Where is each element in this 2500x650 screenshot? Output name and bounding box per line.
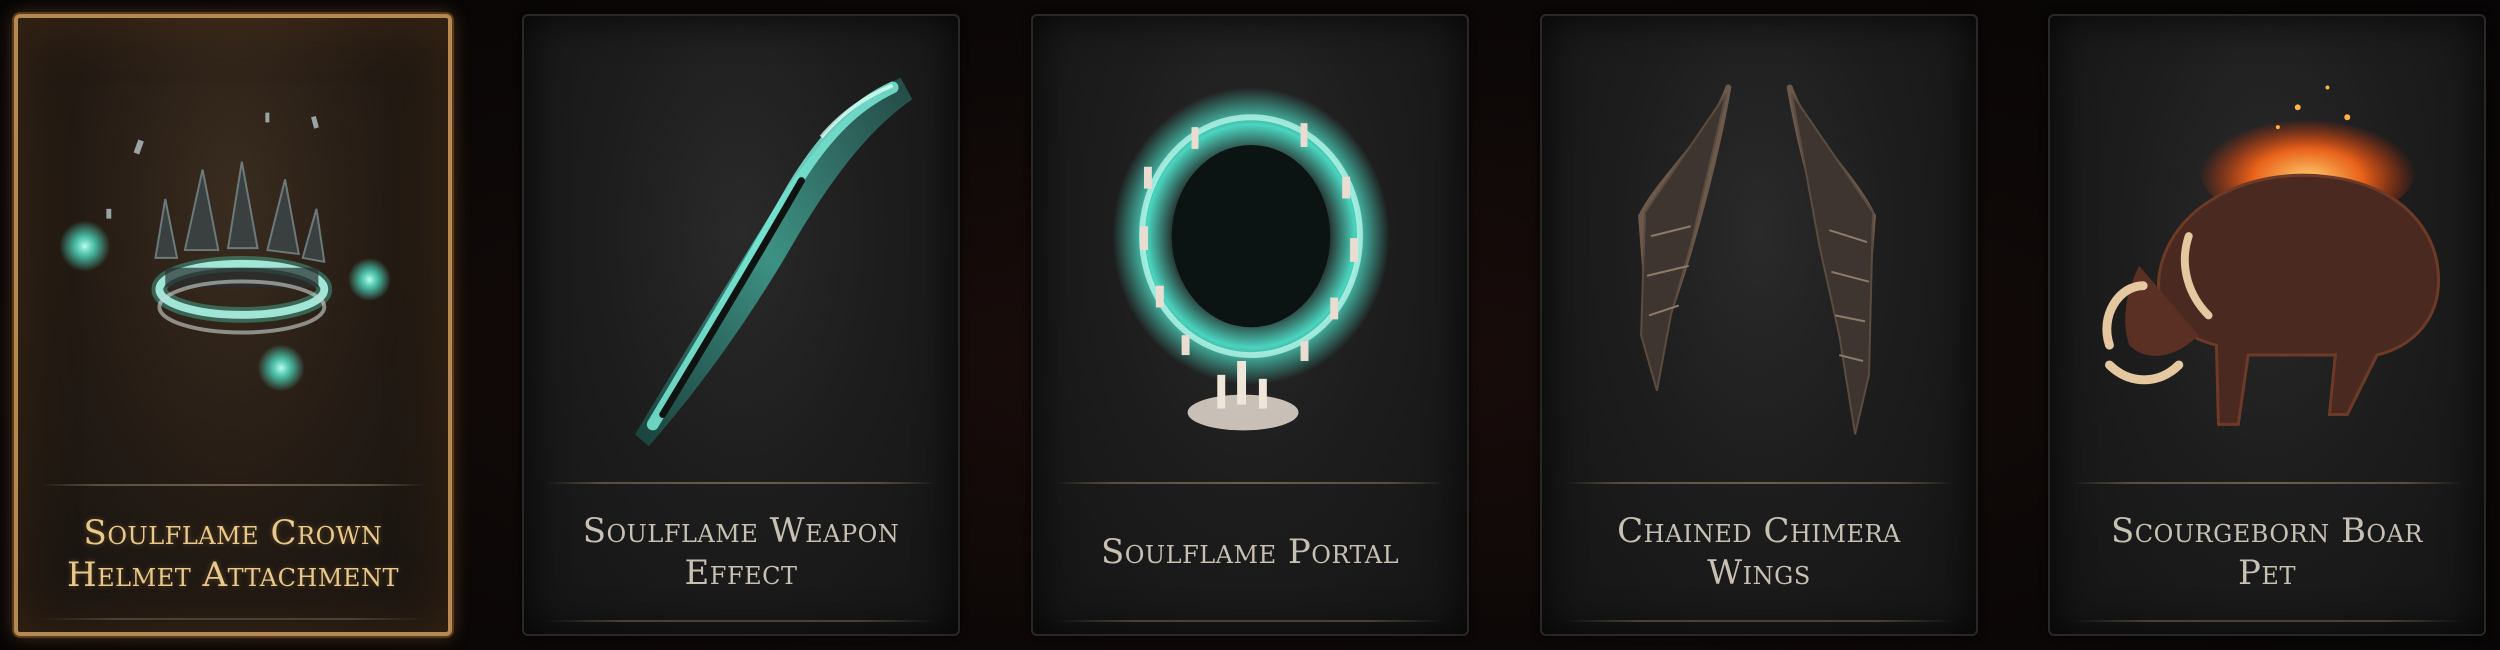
card-title-line-2: Pet xyxy=(2238,553,2296,593)
reward-card-soulflame-weapon-effect[interactable]: Soulflame Weapon Effect xyxy=(522,14,960,636)
card-divider xyxy=(1055,482,1445,484)
card-bottom-rule xyxy=(1055,620,1445,622)
card-title: Chained Chimera Wings xyxy=(1542,486,1976,618)
card-title-line-1: Chained Chimera xyxy=(1617,511,1901,551)
card-bottom-rule xyxy=(2072,620,2462,622)
reward-card-soulflame-portal[interactable]: Soulflame Portal xyxy=(1031,14,1469,636)
card-title-line-1: Soulflame Crown xyxy=(83,513,383,553)
card-divider xyxy=(1564,482,1954,484)
scourgeborn-boar-pet-icon xyxy=(2102,85,2440,426)
reward-card-scourgeborn-boar-pet[interactable]: Scourgeborn Boar Pet xyxy=(2048,14,2486,636)
card-bottom-rule xyxy=(40,618,426,620)
card-bottom-rule xyxy=(546,620,936,622)
card-title: Soulflame Crown Helmet Attachment xyxy=(18,488,448,620)
card-title: Soulflame Weapon Effect xyxy=(524,486,958,618)
card-bottom-rule xyxy=(1564,620,1954,622)
soulflame-weapon-effect-icon xyxy=(634,77,913,447)
card-divider xyxy=(40,484,426,486)
card-divider xyxy=(546,482,936,484)
card-title: Soulflame Portal xyxy=(1033,486,1467,618)
card-title-line-2: Wings xyxy=(1707,553,1811,593)
chained-chimera-wings-icon xyxy=(1638,84,1876,435)
soulflame-portal-icon xyxy=(1112,87,1390,431)
card-divider xyxy=(2072,482,2462,484)
card-title-line-2: Effect xyxy=(684,553,798,593)
card-title-line-2: Helmet Attachment xyxy=(67,555,399,595)
card-title-line-1: Soulflame Weapon xyxy=(582,511,900,551)
card-title-line-1: Soulflame Portal xyxy=(1100,532,1400,572)
soulflame-crown-icon xyxy=(59,112,392,392)
cosmetic-reward-row: Soulflame Crown Helmet Attachment Soulfl… xyxy=(0,0,2500,650)
reward-card-soulflame-crown[interactable]: Soulflame Crown Helmet Attachment xyxy=(14,14,452,636)
card-title: Scourgeborn Boar Pet xyxy=(2050,486,2484,618)
card-title-line-1: Scourgeborn Boar xyxy=(2110,511,2424,551)
reward-card-chained-chimera-wings[interactable]: Chained Chimera Wings xyxy=(1540,14,1978,636)
